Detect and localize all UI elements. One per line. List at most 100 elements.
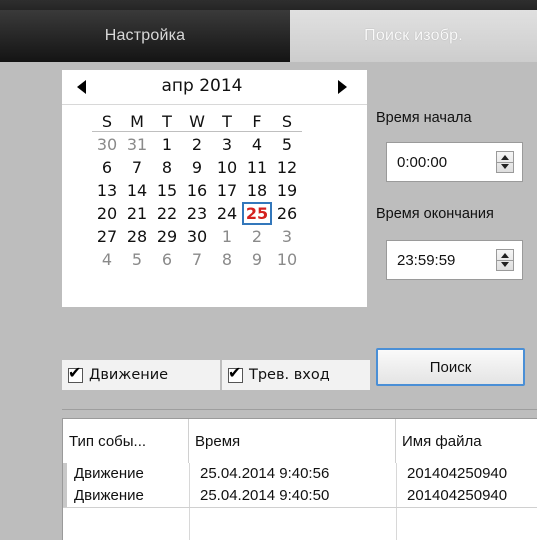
calendar-day[interactable]: 9 <box>182 156 212 179</box>
calendar-month-label[interactable]: апр 2014 <box>142 76 262 96</box>
spinner-down-icon[interactable] <box>501 262 509 267</box>
alarm-input-filter-label: Трев. вход <box>249 367 330 383</box>
calendar-day-selected[interactable]: 25 <box>242 202 272 225</box>
calendar-day[interactable]: 7 <box>182 248 212 271</box>
column-header-time[interactable]: Время <box>189 419 396 463</box>
calendar-day[interactable]: 21 <box>122 202 152 225</box>
calendar-grid: S M T W T F S 30 31 1 2 3 4 5 6 7 8 9 10 11 12 13 14 15 16 17 18 19… <box>92 110 302 271</box>
calendar: апр 2014 S M T W T F S 30 31 1 2 3 4 5 6 7 8 9 10 11 12 13 14 1… <box>62 70 367 307</box>
tab-settings[interactable]: Настройка <box>0 10 290 62</box>
tab-settings-label: Настройка <box>104 27 186 44</box>
end-time-value: 23:59:59 <box>397 251 456 269</box>
weekday-header: S <box>101 112 113 131</box>
calendar-day[interactable]: 3 <box>272 225 302 248</box>
calendar-day[interactable]: 31 <box>122 133 152 156</box>
next-month-arrow-icon[interactable] <box>338 80 347 94</box>
calendar-day[interactable]: 1 <box>212 225 242 248</box>
calendar-day[interactable]: 9 <box>242 248 272 271</box>
calendar-day[interactable]: 14 <box>122 179 152 202</box>
cell-time: 25.04.2014 9:40:56 <box>200 465 330 482</box>
calendar-day[interactable]: 12 <box>272 156 302 179</box>
calendar-day[interactable]: 30 <box>182 225 212 248</box>
cell-time: 25.04.2014 9:40:50 <box>200 487 330 504</box>
table-row[interactable]: Движение 25.04.2014 9:40:50 201404250940 <box>63 485 537 507</box>
cell-event-type: Движение <box>74 465 144 482</box>
calendar-day[interactable]: 2 <box>182 133 212 156</box>
calendar-header: апр 2014 <box>62 70 367 105</box>
column-header-file-name[interactable]: Имя файла <box>396 419 537 463</box>
start-time-label: Время начала <box>376 110 472 126</box>
alarm-input-checkbox[interactable]: ✔ <box>228 362 243 383</box>
results-header: Тип собы... Время Имя файла <box>63 419 537 463</box>
calendar-day[interactable]: 5 <box>272 133 302 156</box>
start-time-spinner[interactable] <box>496 151 514 173</box>
start-time-field[interactable]: 0:00:00 <box>386 142 523 182</box>
cell-file-name: 201404250940 <box>407 487 508 504</box>
calendar-day[interactable]: 8 <box>152 156 182 179</box>
motion-checkbox[interactable]: ✔ <box>68 362 83 383</box>
spinner-up-icon[interactable] <box>501 155 509 160</box>
cell-file-name: 201404250940 <box>407 465 508 482</box>
calendar-day[interactable]: 13 <box>92 179 122 202</box>
weekday-header: T <box>222 112 232 131</box>
motion-filter-label: Движение <box>89 367 169 383</box>
spinner-divider <box>497 162 513 163</box>
calendar-day[interactable]: 16 <box>182 179 212 202</box>
app-window: Настройка Поиск изобр. апр 2014 SMTWTFS3… <box>0 0 537 540</box>
calendar-day[interactable]: 6 <box>152 248 182 271</box>
calendar-day[interactable]: 4 <box>92 248 122 271</box>
checkmark-icon: ✔ <box>68 362 82 382</box>
weekday-header: S <box>281 112 293 131</box>
alarm-input-filter[interactable]: ✔ Трев. вход <box>222 360 370 390</box>
tab-image-search[interactable]: Поиск изобр. <box>290 10 537 62</box>
start-time-value: 0:00:00 <box>397 153 448 171</box>
calendar-day[interactable]: 7 <box>122 156 152 179</box>
calendar-day[interactable]: 19 <box>272 179 302 202</box>
cell-event-type: Движение <box>74 487 144 504</box>
spinner-divider <box>497 260 513 261</box>
spinner-up-icon[interactable] <box>501 253 509 258</box>
calendar-day[interactable]: 6 <box>92 156 122 179</box>
weekday-header: T <box>162 112 172 131</box>
motion-filter[interactable]: ✔ Движение <box>62 360 220 390</box>
prev-month-arrow-icon[interactable] <box>77 80 86 94</box>
calendar-day[interactable]: 22 <box>152 202 182 225</box>
results-divider <box>62 409 537 410</box>
search-button[interactable]: Поиск <box>376 348 525 386</box>
calendar-day[interactable]: 28 <box>122 225 152 248</box>
calendar-day[interactable]: 10 <box>212 156 242 179</box>
calendar-day[interactable]: 18 <box>242 179 272 202</box>
table-row[interactable]: Движение 25.04.2014 9:40:56 201404250940 <box>63 463 537 485</box>
weekday-header: F <box>252 112 262 131</box>
calendar-day[interactable]: 24 <box>212 202 242 225</box>
calendar-day[interactable]: 5 <box>122 248 152 271</box>
calendar-day[interactable]: 4 <box>242 133 272 156</box>
calendar-day[interactable]: 15 <box>152 179 182 202</box>
end-time-field[interactable]: 23:59:59 <box>386 240 523 280</box>
calendar-day[interactable]: 29 <box>152 225 182 248</box>
column-header-event-type[interactable]: Тип собы... <box>63 419 189 463</box>
calendar-day[interactable]: 8 <box>212 248 242 271</box>
calendar-day[interactable]: 23 <box>182 202 212 225</box>
tab-image-search-label: Поиск изобр. <box>364 27 463 44</box>
calendar-day[interactable]: 17 <box>212 179 242 202</box>
checkmark-icon: ✔ <box>228 362 242 382</box>
calendar-day[interactable]: 3 <box>212 133 242 156</box>
calendar-day[interactable]: 10 <box>272 248 302 271</box>
end-time-label: Время окончания <box>376 206 494 222</box>
calendar-day[interactable]: 26 <box>272 202 302 225</box>
tab-bar: Настройка Поиск изобр. <box>0 0 537 62</box>
calendar-day[interactable]: 30 <box>92 133 122 156</box>
weekday-header: W <box>189 112 205 131</box>
calendar-day[interactable]: 27 <box>92 225 122 248</box>
calendar-day[interactable]: 1 <box>152 133 182 156</box>
end-time-spinner[interactable] <box>496 249 514 271</box>
search-button-label: Поиск <box>429 358 472 376</box>
row-divider <box>63 507 537 508</box>
calendar-day[interactable]: 11 <box>242 156 272 179</box>
spinner-down-icon[interactable] <box>501 164 509 169</box>
calendar-day[interactable]: 20 <box>92 202 122 225</box>
weekday-header: M <box>130 112 144 131</box>
results-table[interactable]: Тип собы... Время Имя файла Движение 25.… <box>62 418 537 540</box>
calendar-day[interactable]: 2 <box>242 225 272 248</box>
